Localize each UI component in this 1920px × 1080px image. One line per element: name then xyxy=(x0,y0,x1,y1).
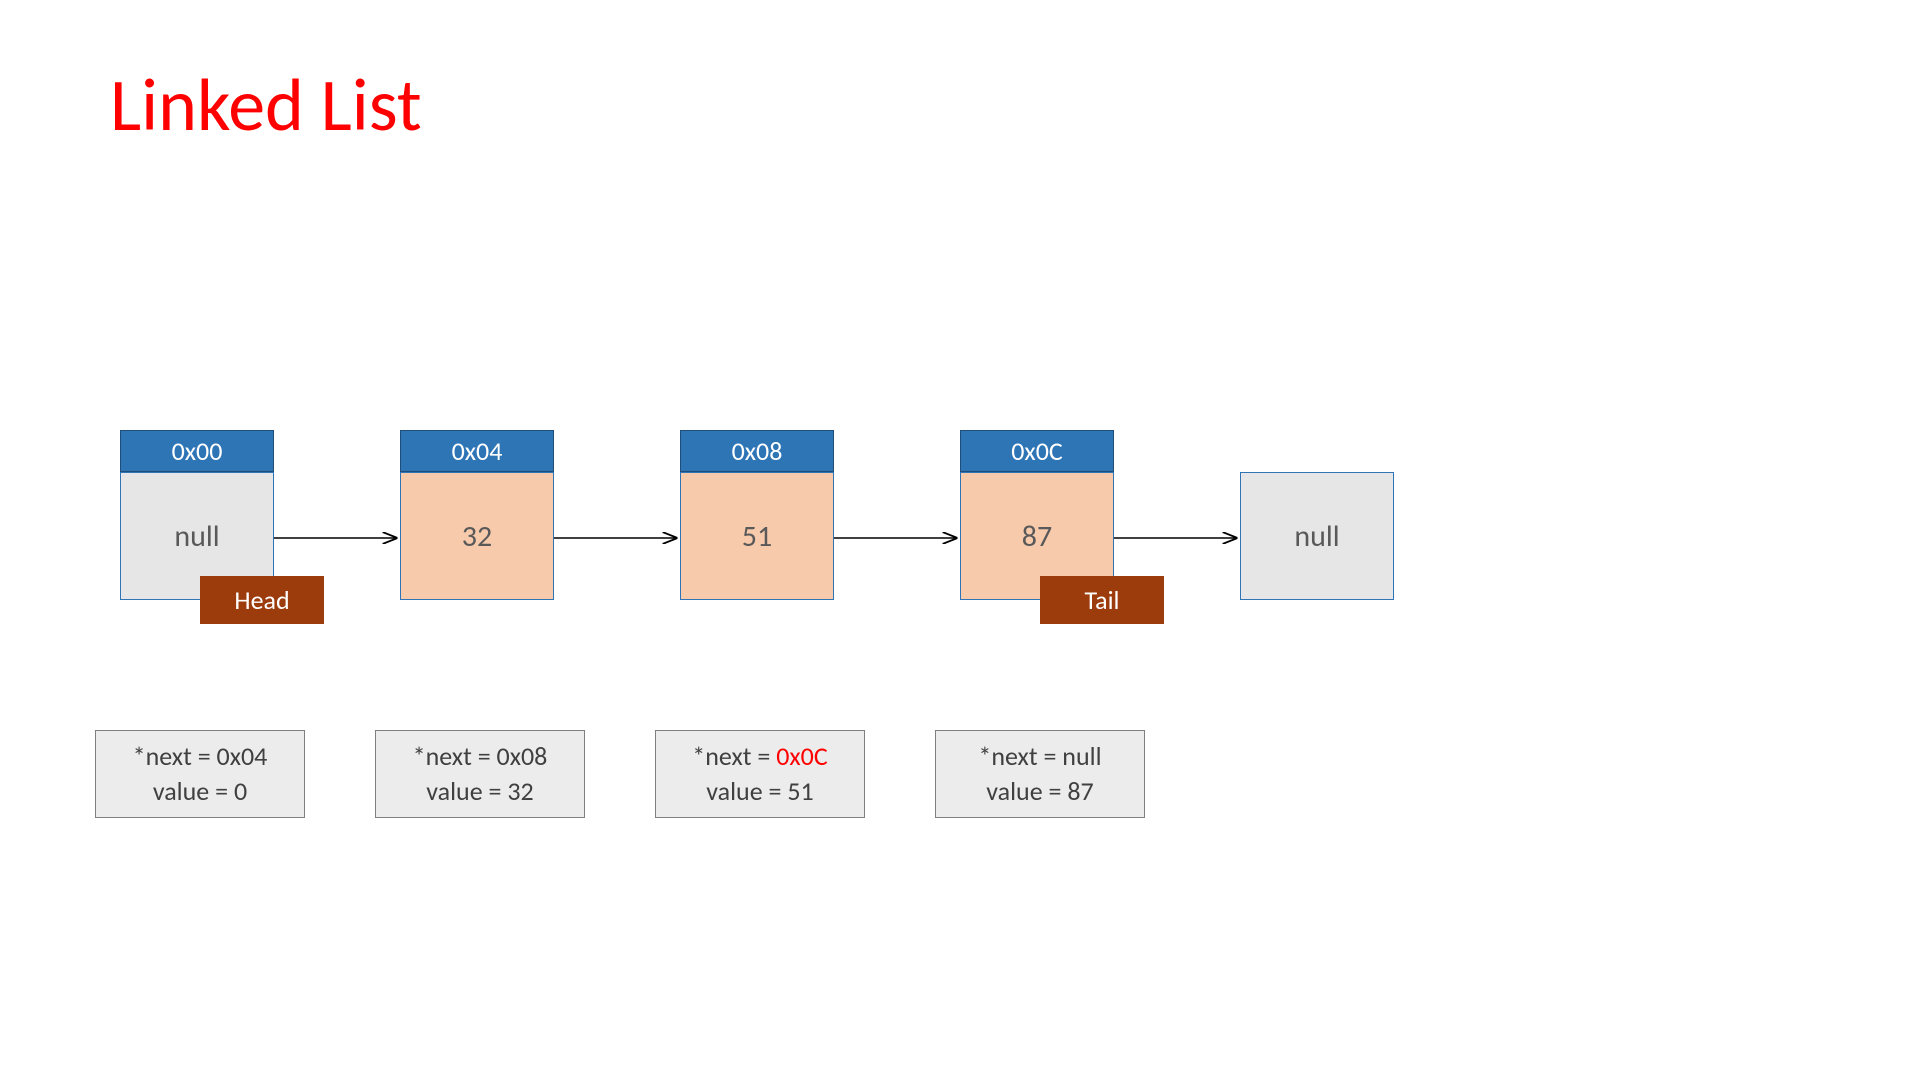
info-next: *next = 0x04 xyxy=(133,739,268,774)
node-info: *next = 0x04value = 0 xyxy=(95,730,305,818)
head-label: Head xyxy=(200,576,324,624)
list-node: 0x0C87 xyxy=(960,430,1114,600)
node-value: 32 xyxy=(400,472,554,600)
info-value: value = 32 xyxy=(426,774,533,809)
node-address: 0x04 xyxy=(400,430,554,472)
list-node: null xyxy=(1240,472,1394,600)
info-next: *next = null xyxy=(978,739,1101,774)
node-info: *next = 0x0Cvalue = 51 xyxy=(655,730,865,818)
info-value: value = 87 xyxy=(986,774,1093,809)
info-value: value = 0 xyxy=(153,774,247,809)
node-address: 0x00 xyxy=(120,430,274,472)
list-node: 0x0851 xyxy=(680,430,834,600)
info-next: *next = 0x0C xyxy=(692,739,827,774)
node-address: 0x08 xyxy=(680,430,834,472)
diagram-stage: 0x00nullHead 0x0432 0x0851 0x0C87Tail null *n… xyxy=(0,0,1920,1080)
node-info: *next = 0x08value = 32 xyxy=(375,730,585,818)
list-node: 0x0432 xyxy=(400,430,554,600)
info-value: value = 51 xyxy=(706,774,813,809)
tail-label: Tail xyxy=(1040,576,1164,624)
info-next: *next = 0x08 xyxy=(413,739,548,774)
node-value: null xyxy=(1240,472,1394,600)
node-info: *next = nullvalue = 87 xyxy=(935,730,1145,818)
node-value: 51 xyxy=(680,472,834,600)
list-node: 0x00null xyxy=(120,430,274,600)
node-address: 0x0C xyxy=(960,430,1114,472)
